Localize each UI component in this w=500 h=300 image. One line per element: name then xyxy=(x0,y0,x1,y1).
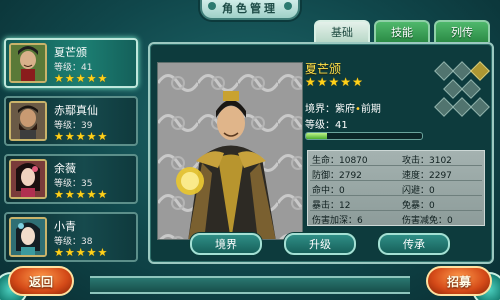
slot-icon[interactable] xyxy=(452,61,472,81)
roster-name: 小青 xyxy=(54,220,76,233)
roster-card-1[interactable]: 夏芒颁 等级：41 ★ ★ ★ ★ ★ xyxy=(4,38,138,88)
star-icon: ★ xyxy=(86,188,97,201)
equipped-slot-icon[interactable] xyxy=(470,61,490,81)
inherit-button[interactable]: 传承 xyxy=(378,233,450,255)
divider xyxy=(310,195,482,196)
character-roster: 夏芒颁 等级：41 ★★★★★ 赤鄢真仙 等级：39 ★★★★★ xyxy=(0,38,146,270)
star-icon: ★ xyxy=(64,246,75,259)
slot-icon[interactable] xyxy=(434,61,454,81)
hero-level: 等级：41 xyxy=(305,120,348,131)
roster-card-3[interactable]: 余薇 等级：35 ★ ★ ★ ★ ★ xyxy=(4,154,138,204)
star-icon: ★ xyxy=(316,75,328,89)
equipment-slots xyxy=(433,60,490,126)
roster-card-2[interactable]: 赤鄢真仙 等级：39 ★ ★ ★ ★ ★ xyxy=(4,96,138,146)
tab-bar: 基础 技能 列传 xyxy=(314,20,490,42)
divider xyxy=(310,165,482,166)
divider xyxy=(310,180,482,181)
exp-bar xyxy=(305,132,423,140)
roster-name: 夏芒颁 xyxy=(54,46,87,59)
exp-fill xyxy=(306,133,327,139)
star-icon: ★ xyxy=(328,75,340,89)
hero-realm: 境界：紫府•前期 xyxy=(305,100,381,115)
star-icon: ★ xyxy=(64,188,75,201)
page-title: 角色管理 xyxy=(222,2,278,15)
avatar xyxy=(9,43,47,83)
hero-portrait xyxy=(157,62,303,240)
star-icon: ★ xyxy=(54,246,64,259)
stats-table: 生命：10870 攻击：3102 防御：2792 速度：2297 命中：0 闪避… xyxy=(307,150,485,226)
divider xyxy=(310,210,482,211)
ornament-icon xyxy=(284,2,292,10)
realm-button[interactable]: 境界 xyxy=(190,233,262,255)
slot-icon[interactable] xyxy=(470,97,490,117)
star-icon: ★ xyxy=(54,72,64,85)
star-icon: ★ xyxy=(64,130,75,143)
roster-card-4[interactable]: 小青 等级：38 ★ ★ ★ ★ ★ xyxy=(4,212,138,262)
recruit-button[interactable]: 招募 xyxy=(426,266,492,296)
star-icon: ★ xyxy=(97,188,108,201)
avatar xyxy=(9,217,47,257)
star-icon: ★ xyxy=(352,75,363,89)
back-button[interactable]: 返回 xyxy=(8,266,74,296)
star-icon: ★ xyxy=(97,72,108,85)
avatar xyxy=(9,101,47,141)
roster-name: 余薇 xyxy=(54,162,76,175)
star-icon: ★ xyxy=(54,130,64,143)
star-rating: ★ ★ ★ ★ ★ xyxy=(54,189,107,200)
tab-biography[interactable]: 列传 xyxy=(434,20,490,42)
realm-suffix: 前期 xyxy=(360,104,381,115)
slot-icon[interactable] xyxy=(434,97,454,117)
slot-icon[interactable] xyxy=(443,79,463,99)
roster-name: 赤鄢真仙 xyxy=(54,104,98,117)
star-rating: ★ ★ ★ ★ ★ xyxy=(54,131,107,142)
slot-icon[interactable] xyxy=(452,97,472,117)
star-icon: ★ xyxy=(340,75,352,89)
star-icon: ★ xyxy=(54,188,64,201)
tab-skills[interactable]: 技能 xyxy=(374,20,430,42)
star-icon: ★ xyxy=(97,246,108,259)
star-icon: ★ xyxy=(97,130,108,143)
star-icon: ★ xyxy=(75,130,86,143)
tab-basic[interactable]: 基础 xyxy=(314,20,370,42)
title-plaque: 角色管理 xyxy=(200,0,300,20)
star-icon: ★ xyxy=(86,246,97,259)
star-icon: ★ xyxy=(86,130,97,143)
footer-strip xyxy=(90,276,410,294)
star-icon: ★ xyxy=(305,75,316,89)
stat-damage-increase: 伤害加深：6 xyxy=(312,216,363,226)
slot-icon[interactable] xyxy=(461,79,481,99)
star-icon: ★ xyxy=(75,246,86,259)
upgrade-button[interactable]: 升级 xyxy=(284,233,356,255)
star-rating: ★ ★ ★ ★ ★ xyxy=(54,247,107,258)
star-rating: ★ ★ ★ ★ ★ xyxy=(54,73,107,84)
ornament-icon xyxy=(208,2,216,10)
realm-prefix: 境界：紫府 xyxy=(305,104,355,115)
hero-star-rating: ★ ★ ★ ★ ★ xyxy=(305,76,363,88)
star-icon: ★ xyxy=(64,72,75,85)
star-icon: ★ xyxy=(75,188,86,201)
star-icon: ★ xyxy=(86,72,97,85)
stat-damage-reduction: 伤害减免：0 xyxy=(402,216,453,226)
star-icon: ★ xyxy=(75,72,86,85)
avatar xyxy=(9,159,47,199)
